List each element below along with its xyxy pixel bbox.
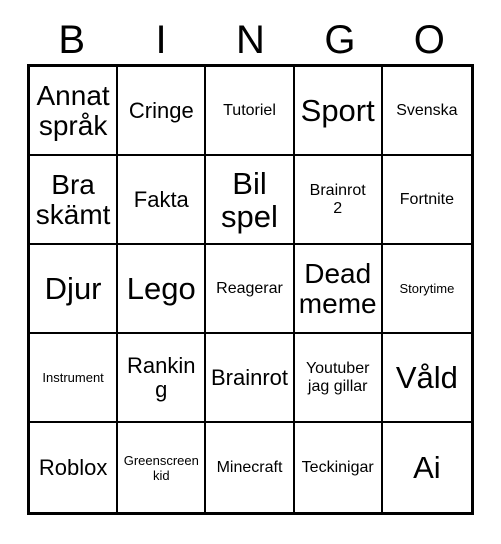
bingo-header-letter-i: I (155, 18, 167, 62)
bingo-cell-label: Minecraft (216, 458, 283, 476)
bingo-cell-label: Bra skämt (35, 168, 111, 230)
bingo-cell-label: Fortnite (399, 190, 455, 208)
bingo-cell-label: Ai (413, 450, 441, 485)
bingo-cell[interactable]: Fakta (118, 156, 207, 245)
bingo-cell-label: Svenska (396, 101, 458, 119)
bingo-cell[interactable]: Storytime (382, 245, 471, 334)
bingo-cell-label: Våld (395, 360, 458, 395)
bingo-header-letter-b: B (58, 18, 86, 62)
bingo-cell-label: Dead meme (298, 257, 377, 319)
bingo-cell-label: Instrument (42, 370, 104, 385)
bingo-card: B I N G O Annat språk Cringe Tutoriel Sport… (0, 0, 501, 544)
bingo-header-letter-o: O (413, 18, 445, 62)
bingo-cell-label: Cringe (128, 97, 194, 123)
bingo-cell[interactable]: Greenscreen kid (118, 423, 207, 512)
bingo-cell[interactable]: Lego (118, 245, 207, 334)
bingo-cell-label: Roblox (38, 454, 108, 480)
bingo-cell[interactable]: Fortnite (382, 156, 471, 245)
bingo-cell[interactable]: Annat språk (30, 67, 119, 156)
bingo-header-letter-n: N (236, 18, 265, 62)
bingo-cell-label: Sport (300, 93, 375, 128)
bingo-cell[interactable]: Brainrot (206, 334, 295, 423)
bingo-cell-label: Storytime (399, 281, 455, 296)
bingo-grid: Annat språk Cringe Tutoriel Sport Svenska Bra… (27, 64, 474, 515)
bingo-cell[interactable]: Sport (294, 67, 383, 156)
bingo-cell[interactable]: Instrument (30, 334, 119, 423)
bingo-cell[interactable]: Youtuber jag gillar (294, 334, 383, 423)
bingo-cell[interactable]: Roblox (30, 423, 119, 512)
bingo-cell[interactable]: Djur (30, 245, 119, 334)
bingo-cell[interactable]: Reagerar (206, 245, 295, 334)
bingo-cell[interactable]: Ai (382, 423, 471, 512)
bingo-cell[interactable]: Dead meme (294, 245, 383, 334)
bingo-cell-label: Youtuber jag gillar (305, 359, 370, 395)
bingo-header-row: B I N G O (27, 16, 474, 64)
bingo-cell[interactable]: Teckinigar (294, 423, 383, 512)
bingo-cell[interactable]: Svenska (382, 67, 471, 156)
bingo-cell[interactable]: Tutoriel (206, 67, 295, 156)
bingo-cell-label: Ranking (127, 352, 196, 402)
bingo-cell[interactable]: Cringe (118, 67, 207, 156)
bingo-cell-label: Teckinigar (301, 458, 374, 476)
bingo-header-letter-g: G (324, 18, 356, 62)
bingo-cell[interactable]: Våld (382, 334, 471, 423)
bingo-cell-label: Brainrot 2 (309, 181, 366, 217)
bingo-cell-label: Fakta (133, 186, 189, 212)
bingo-cell[interactable]: Minecraft (206, 423, 295, 512)
bingo-cell-label: Lego (126, 271, 196, 306)
bingo-cell[interactable]: Bra skämt (30, 156, 119, 245)
bingo-cell-label: Reagerar (216, 279, 283, 297)
bingo-cell[interactable]: Brainrot 2 (294, 156, 383, 245)
bingo-cell[interactable]: Bil spel (206, 156, 295, 245)
bingo-cell-label: Bil spel (221, 165, 278, 234)
bingo-cell-label: Greenscreen kid (123, 452, 199, 483)
bingo-cell-label: Djur (44, 271, 102, 306)
bingo-cell-label: Annat språk (36, 79, 110, 141)
bingo-cell-label: Brainrot (210, 364, 289, 390)
bingo-cell[interactable]: Ranking (118, 334, 207, 423)
bingo-cell-label: Tutoriel (223, 101, 276, 119)
